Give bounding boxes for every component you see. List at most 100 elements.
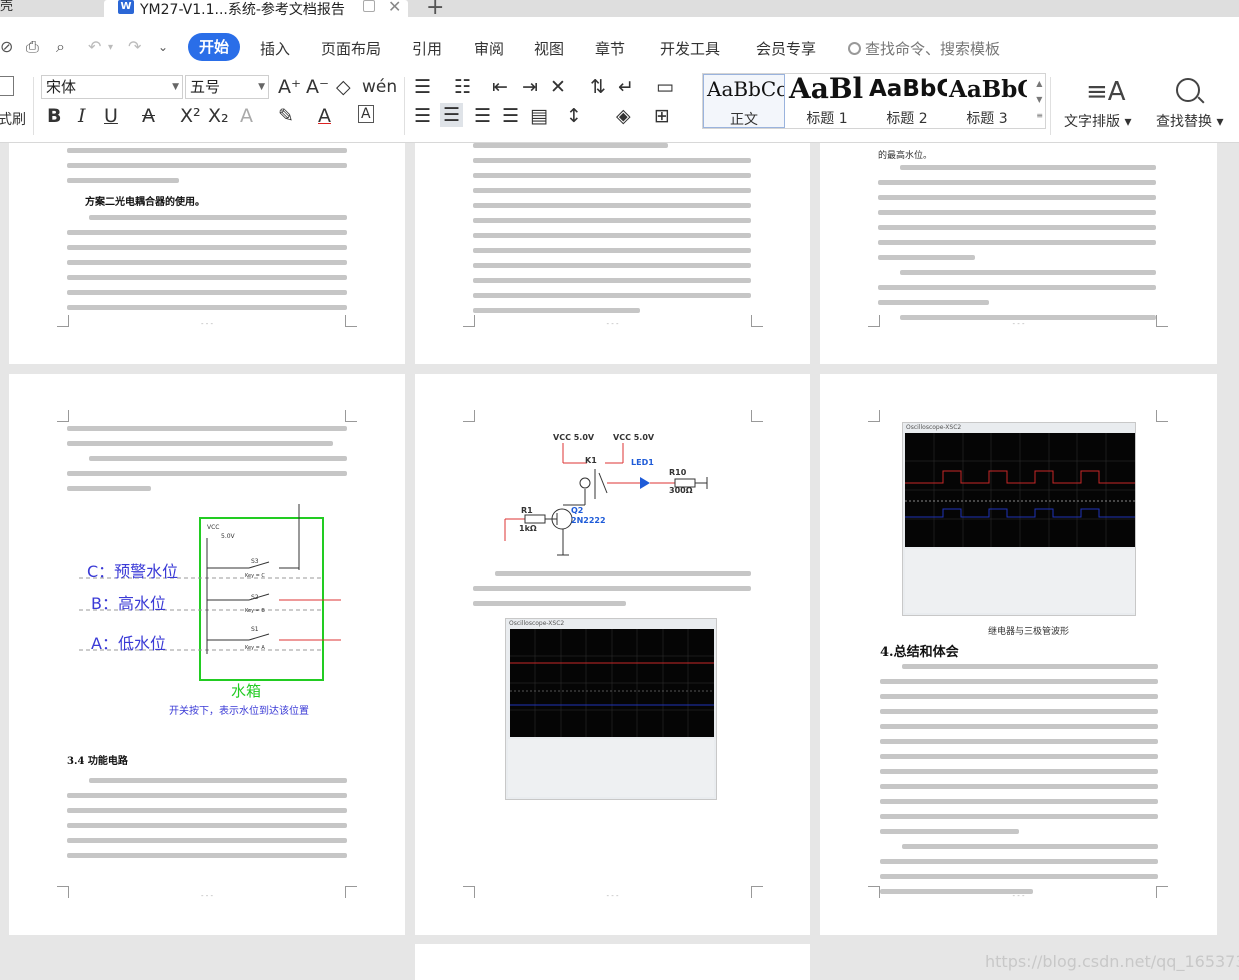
superscript-icon[interactable]: X² (180, 105, 201, 127)
oscilloscope-title-1: Oscilloscope-XSC2 (509, 620, 565, 627)
italic-icon[interactable]: I (78, 105, 86, 127)
page-7-top-text: 的最高水位。 (878, 151, 933, 161)
format-painter-icon[interactable] (0, 76, 14, 96)
decrease-font-size-icon[interactable]: A⁻ (306, 76, 329, 98)
style-heading-3[interactable]: AaBbC 标题 3 (947, 74, 1027, 128)
menu-home-tab[interactable]: 开始 (188, 33, 240, 61)
oscilloscope-controls-1[interactable] (508, 739, 714, 797)
phonetic-guide-icon[interactable]: wén (362, 76, 397, 98)
highlight-icon[interactable]: ✎ (278, 105, 294, 127)
style-gallery-scroll[interactable]: ▲ ▼ ≡ (1036, 76, 1043, 124)
menu-bar: ⊘ ⎙ ⌕ ↶ ▾ ↷ ⌄ 开始 插入 页面布局 引用 审阅 视图 章节 开发工… (0, 17, 1239, 71)
text-layout-icon[interactable]: ≡A (1086, 77, 1126, 107)
align-left-icon[interactable]: ☰ (414, 105, 431, 127)
style-heading-2[interactable]: AaBbC 标题 2 (867, 74, 947, 128)
numbered-list-icon[interactable]: ☷ (454, 76, 471, 98)
menu-membership[interactable]: 会员专享 (756, 38, 816, 59)
oscilloscope-controls-2[interactable] (905, 549, 1135, 613)
relay-coil (579, 477, 591, 489)
strikethrough-icon[interactable]: A (142, 105, 155, 127)
circuit-q2: Q2 (571, 506, 584, 515)
tab-previous-label: 壳 (0, 0, 14, 14)
style-heading-2-sample: AaBbC (869, 76, 947, 102)
ribbon-separator (33, 77, 34, 135)
circuit-r10: R10 (669, 468, 687, 477)
find-replace-icon[interactable] (1176, 78, 1200, 102)
distributed-align-icon[interactable]: ▤ (530, 105, 548, 127)
tab-active-document[interactable]: W YM27-V1.1...系统-参考文档报告 ✕ (104, 0, 408, 18)
increase-indent-icon[interactable]: ⇥ (522, 76, 538, 98)
style-heading-1[interactable]: AaBl 标题 1 (787, 74, 867, 128)
r1-resistor (524, 514, 546, 524)
oscilloscope-window-1[interactable]: Oscilloscope-XSC2 (505, 618, 717, 800)
oscilloscope-window-2[interactable]: Oscilloscope-XSC2 (902, 422, 1136, 616)
circuit-q2-part: 2N2222 (571, 516, 606, 525)
menu-view[interactable]: 视图 (534, 38, 564, 59)
menu-developer[interactable]: 开发工具 (660, 38, 720, 59)
ribbon-toolbar: 式刷 宋体 ▼ 五号 ▼ A⁺ A⁻ ◇ wén B I U A X² X₂ A ✎… (0, 71, 1239, 143)
menu-section[interactable]: 章节 (595, 38, 625, 59)
shading-icon[interactable]: ◈ (616, 105, 631, 127)
print-preview-icon[interactable]: ⌕ (56, 37, 65, 57)
oscilloscope-title-2: Oscilloscope-XSC2 (906, 424, 962, 431)
undo-dropdown-icon[interactable]: ▾ (108, 42, 113, 53)
style-heading-1-label: 标题 1 (806, 111, 848, 127)
oscilloscope-screen-2 (905, 433, 1135, 547)
label-low-level: A：低水位 (91, 634, 166, 653)
tab-previous[interactable]: 壳 (0, 0, 13, 17)
page-10: Oscilloscope-XSC2 继电器与三极管波形 4.总结和体会 - - … (820, 374, 1217, 935)
align-right-icon[interactable]: ☰ (474, 105, 491, 127)
command-search-placeholder: 查找命令、搜索模板 (865, 40, 1001, 58)
circuit-k1: K1 (585, 456, 597, 465)
borders-icon[interactable]: ⊞ (654, 105, 670, 127)
format-painter-label[interactable]: 式刷 (0, 109, 26, 129)
page-7: 的最高水位。 - - - (820, 143, 1217, 364)
menu-page-layout[interactable]: 页面布局 (321, 38, 381, 59)
decrease-indent-icon[interactable]: ⇤ (492, 76, 508, 98)
wps-writer-icon: W (118, 0, 134, 14)
line-spacing-icon[interactable]: ↕ (566, 105, 582, 127)
style-heading-2-label: 标题 2 (886, 111, 928, 127)
text-layout-button[interactable]: 文字排版 ▾ (1064, 111, 1131, 131)
window-mode-icon[interactable] (363, 0, 375, 12)
bullet-list-icon[interactable]: ☰ (414, 76, 431, 98)
style-normal[interactable]: AaBbCcDd 正文 (703, 74, 785, 128)
link-icon[interactable]: ⊘ (0, 37, 13, 56)
chevron-down-icon: ▼ (258, 82, 265, 92)
page-7-text (878, 165, 1156, 330)
command-search[interactable]: 查找命令、搜索模板 (848, 38, 1000, 59)
font-size-select[interactable]: 五号 ▼ (185, 75, 269, 99)
style-normal-sample: AaBbCcDd (707, 77, 785, 101)
font-color-icon[interactable]: A (318, 105, 331, 127)
find-replace-button[interactable]: 查找替换 ▾ (1156, 111, 1223, 131)
subscript-icon[interactable]: X₂ (208, 105, 229, 127)
tank-outline (199, 517, 324, 681)
ruler-icon[interactable]: ▭ (656, 76, 674, 98)
redo-icon[interactable]: ↷ (128, 37, 141, 56)
style-gallery: AaBbCcDd 正文 AaBl 标题 1 AaBbC 标题 2 AaBbC 标… (702, 73, 1046, 129)
justify-icon[interactable]: ☰ (502, 105, 519, 127)
page-5: 方案二光电耦合器的使用。 - - - (9, 143, 405, 364)
character-border-icon[interactable]: A (358, 105, 374, 123)
align-center-icon[interactable]: ☰ (440, 103, 464, 127)
sort-icon[interactable]: ⇅ (590, 76, 606, 98)
print-icon[interactable]: ⎙ (26, 37, 39, 57)
find-replace-icon-handle (1197, 96, 1205, 104)
circuit-vcc-2: VCC 5.0V (613, 433, 655, 442)
line-break-icon[interactable]: ↵ (618, 76, 634, 98)
quick-access-dropdown-icon[interactable]: ⌄ (158, 40, 168, 54)
chinese-layout-icon[interactable]: ✕ (550, 76, 566, 98)
menu-insert[interactable]: 插入 (260, 38, 290, 59)
undo-icon[interactable]: ↶ (88, 37, 101, 56)
underline-icon[interactable]: U (104, 105, 118, 127)
increase-font-size-icon[interactable]: A⁺ (278, 76, 301, 98)
menu-references[interactable]: 引用 (412, 38, 442, 59)
page-9-text (473, 571, 751, 616)
style-heading-3-sample: AaBbC (949, 76, 1027, 103)
font-name-select[interactable]: 宋体 ▼ (41, 75, 183, 99)
menu-review[interactable]: 审阅 (474, 38, 504, 59)
clear-format-icon[interactable]: ◇ (336, 76, 351, 98)
text-effect-icon[interactable]: A (240, 105, 253, 127)
close-tab-icon[interactable]: ✕ (388, 0, 401, 16)
bold-icon[interactable]: B (47, 105, 61, 127)
